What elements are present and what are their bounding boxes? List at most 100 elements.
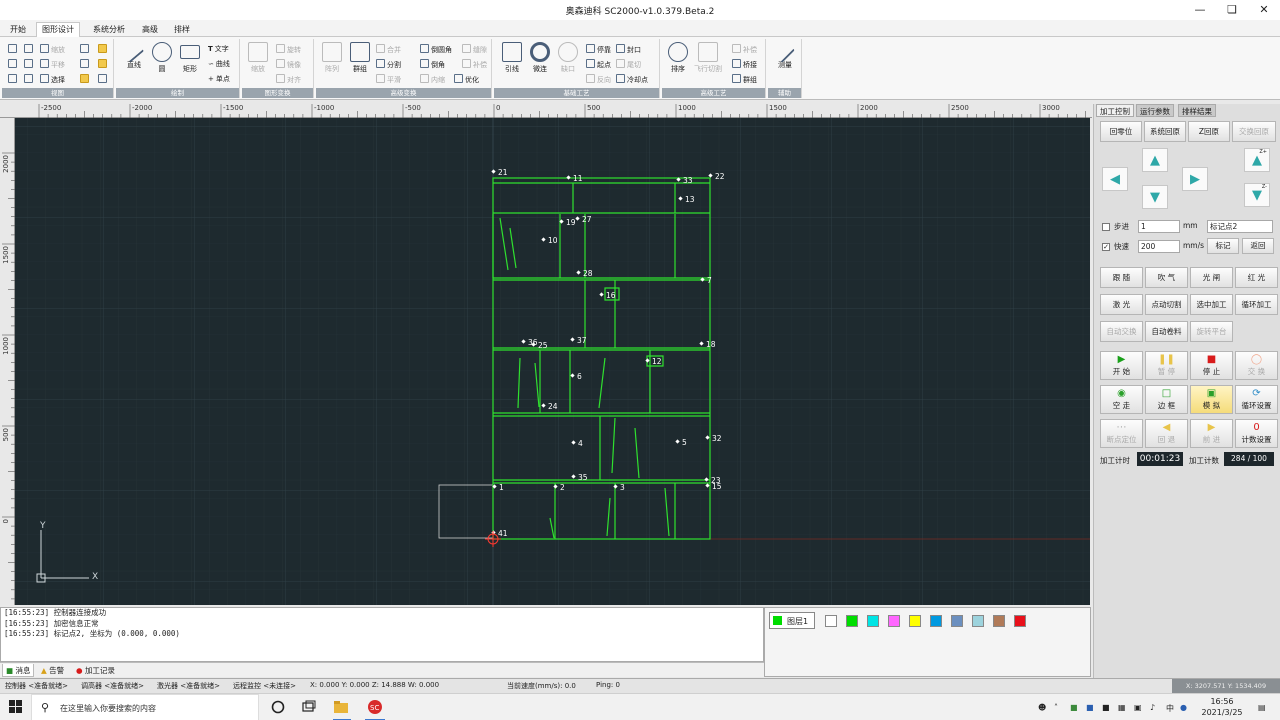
rect-button[interactable]: 矩形 [174,42,206,74]
measure-button[interactable]: 测量 [769,42,801,70]
loop-process-button[interactable]: 循环加工 [1235,294,1278,315]
process-group-button[interactable]: 群组 [732,74,757,85]
shell-button[interactable]: 内缩 [420,74,445,85]
exchange-button[interactable]: ◯ 交 换 [1235,351,1278,380]
forward-button[interactable]: ▶ 前 进 [1190,419,1233,448]
shutter-button[interactable]: 光 闸 [1190,267,1233,288]
cortana-icon[interactable] [271,700,285,714]
select-arrow-icon[interactable] [8,44,19,55]
z-down-button[interactable]: ▼ Z- [1244,183,1270,207]
layer-color-swatch[interactable] [951,615,963,627]
view-icon-1[interactable] [80,44,91,55]
layer-1[interactable]: 图层1 [769,612,815,629]
text-button[interactable]: T 文字 [208,44,229,54]
simulate-button[interactable]: ▣ 模 拟 [1190,385,1233,414]
tab-nesting[interactable]: 排样 [169,23,195,37]
jog-up-button[interactable]: ▲ [1142,148,1168,172]
start-point-button[interactable]: 起点 [586,59,611,70]
layer-icon[interactable] [98,59,109,70]
layer-color-swatch[interactable] [930,615,942,627]
scale-button[interactable]: 缩放 [242,42,274,74]
auto-exchange-button[interactable]: 自动交换 [1100,321,1143,342]
tab-process-log[interactable]: ● 加工记录 [73,664,118,677]
hand-icon[interactable] [8,74,19,85]
step-checkbox[interactable] [1102,223,1110,231]
layer-color-swatch[interactable] [846,615,858,627]
tab-nesting-result[interactable]: 排样结果 [1178,104,1216,117]
fit-icon[interactable] [24,74,35,85]
tray-expand-icon[interactable]: ˄ [1054,703,1058,712]
compensate-button[interactable]: 补偿 [732,44,757,55]
minimize-button[interactable]: — [1184,0,1216,20]
zoom-out-icon[interactable] [24,59,35,70]
red-light-button[interactable]: 红 光 [1235,267,1278,288]
tab-system-analysis[interactable]: 系统分析 [88,23,130,37]
split-button[interactable]: 分割 [376,59,401,70]
taskbar-search[interactable]: ⚲ 在这里输入你要搜索的内容 [31,694,259,720]
cool-point-button[interactable]: 冷却点 [616,74,648,85]
kerf-button[interactable]: 补偿 [462,59,487,70]
home-zero-button[interactable]: 回零位 [1100,121,1142,142]
jog-cut-button[interactable]: 点动切割 [1145,294,1188,315]
user-icon[interactable]: ☻ [1038,703,1046,712]
auto-roll-button[interactable]: 自动卷料 [1145,321,1188,342]
fly-cut-button[interactable]: 飞行切割 [690,42,726,74]
windows-start-icon[interactable] [9,700,23,714]
return-button[interactable]: 返回 [1242,238,1274,254]
align-button[interactable]: 对齐 [276,74,301,85]
layer-color-swatch[interactable] [993,615,1005,627]
fast-speed-input[interactable]: 200 [1138,240,1180,253]
round-corner-button[interactable]: 倒圆角 [420,44,452,55]
pick-icon[interactable] [98,44,109,55]
layer-color-swatch[interactable] [1014,615,1026,627]
dry-run-button[interactable]: ◉ 空 走 [1100,385,1143,414]
layer-color-swatch[interactable] [909,615,921,627]
highlight-icon[interactable] [80,74,91,85]
pause-button[interactable]: ❚❚ 暂 停 [1145,351,1188,380]
laser-button[interactable]: 激 光 [1100,294,1143,315]
tab-advanced[interactable]: 高级 [137,23,163,37]
tab-alarms[interactable]: ▲ 告警 [38,664,67,677]
pan-button[interactable]: 平移 [40,59,65,70]
stop-button[interactable]: ■ 停 止 [1190,351,1233,380]
tab-run-params[interactable]: 运行参数 [1136,104,1174,117]
start-button[interactable]: ▶ 开 始 [1100,351,1143,380]
tray-app-icon-3[interactable]: ■ [1102,703,1110,712]
rotate-button[interactable]: 旋转 [276,44,301,55]
notch-button[interactable]: 缺口 [552,42,584,74]
breakpoint-button[interactable]: ⋯ 断点定位 [1100,419,1143,448]
tab-process-control[interactable]: 加工控制 [1096,104,1134,117]
view-icon-2[interactable] [80,59,91,70]
z-home-button[interactable]: Z回原 [1188,121,1230,142]
chamfer-button[interactable]: 倒角 [420,59,445,70]
ime-indicator[interactable]: 中 [1166,703,1174,714]
tray-app-icon-4[interactable]: ▣ [1134,703,1142,712]
cad-app-icon[interactable]: SC [367,700,382,714]
group-button[interactable]: 群组 [344,42,376,74]
curve-button[interactable]: ∽ 曲线 [208,59,230,69]
gap-button[interactable]: 缝隙 [462,44,487,55]
zoom-icon[interactable] [24,44,35,55]
clock[interactable]: 16:56 2021/3/25 [1194,696,1250,718]
notification-icon[interactable]: ▤ [1258,703,1266,712]
volume-icon[interactable]: ♪ [1150,703,1155,712]
merge-button[interactable]: 合并 [376,44,401,55]
tray-app-icon-1[interactable]: ■ [1070,703,1078,712]
drawing-canvas[interactable]: 21 11 33 22 13 10 19 27 28 16 7 36 25 37 18 12 6 24 4 5 32 35… [15,118,1090,605]
frame-button[interactable]: □ 边 框 [1145,385,1188,414]
jog-left-button[interactable]: ◀ [1102,167,1128,191]
close-button[interactable]: ✕ [1248,0,1280,20]
layer-color-swatch[interactable] [825,615,837,627]
z-up-button[interactable]: ▲ Z+ [1244,148,1270,172]
system-home-button[interactable]: 系统回原 [1144,121,1186,142]
tray-app-icon-2[interactable]: ■ [1086,703,1094,712]
select-button[interactable]: 选择 [40,74,65,85]
exchange-home-button[interactable]: 交换回原 [1232,121,1276,142]
point-button[interactable]: + 单点 [208,74,230,84]
layer-color-swatch[interactable] [888,615,900,627]
seal-button[interactable]: 封口 [616,44,641,55]
bridge-button[interactable]: 桥接 [732,59,757,70]
tab-graphic-design[interactable]: 图形设计 [36,22,80,37]
fast-checkbox[interactable]: ✓ [1102,243,1110,251]
selected-process-button[interactable]: 选中加工 [1190,294,1233,315]
